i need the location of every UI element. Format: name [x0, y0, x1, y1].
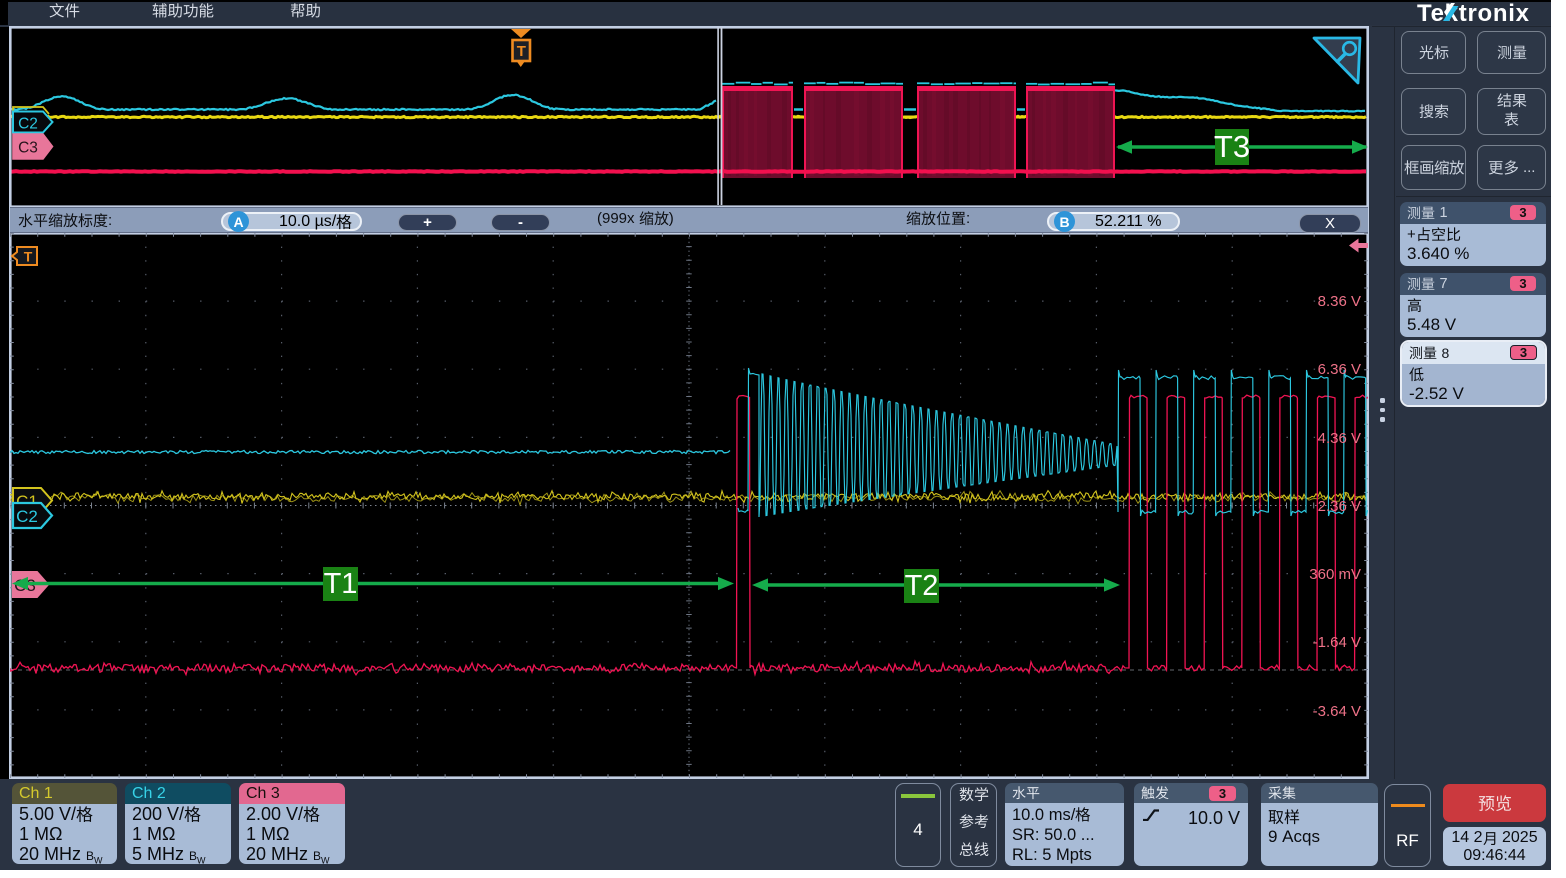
svg-text:Tektronix: Tektronix — [1417, 2, 1529, 25]
svg-text:T: T — [24, 249, 33, 265]
svg-text:C2: C2 — [16, 507, 38, 526]
svg-text:C2: C2 — [18, 116, 38, 133]
svg-text:T: T — [517, 43, 526, 60]
svg-text:C3: C3 — [18, 140, 38, 157]
